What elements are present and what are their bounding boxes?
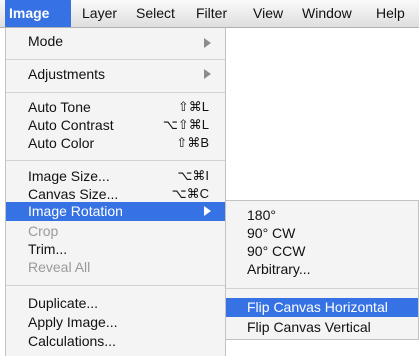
menu-item-auto-color[interactable]: Auto Color [28,133,94,153]
menu-image[interactable]: Image [5,0,71,27]
submenu-arrow-icon [204,69,211,79]
menu-item-image-size[interactable]: Image Size... [28,166,110,186]
shortcut-auto-color: ⇧⌘B [176,135,209,150]
menu-item-image-rotation-label: Image Rotation [28,203,123,219]
image-rotation-submenu: 180° 90° CW 90° CCW Arbitrary... Flip Ca… [226,200,419,340]
menu-item-rotate-90-cw[interactable]: 90° CW [247,223,295,243]
submenu-arrow-icon [204,38,211,48]
menu-item-rotate-90-ccw[interactable]: 90° CCW [247,241,306,261]
menu-select[interactable]: Select [136,0,175,27]
menu-item-flip-canvas-horizontal[interactable]: Flip Canvas Horizontal [226,298,418,317]
menu-item-flip-canvas-vertical[interactable]: Flip Canvas Vertical [247,317,371,337]
menu-separator [6,92,225,93]
menu-item-rotate-arbitrary[interactable]: Arbitrary... [247,259,311,279]
shortcut-image-size: ⌥⌘I [177,168,209,183]
image-menu: Mode Adjustments Auto Tone ⇧⌘L Auto Cont… [5,28,226,356]
submenu-arrow-icon [204,206,211,216]
menu-view[interactable]: View [253,0,283,27]
menu-bar: Image Layer Select Filter View Window He… [0,0,419,28]
menu-item-apply-image[interactable]: Apply Image... [28,312,118,332]
menu-item-auto-tone[interactable]: Auto Tone [28,97,91,117]
menu-item-rotate-180[interactable]: 180° [247,205,276,225]
menu-help[interactable]: Help [376,0,405,27]
shortcut-canvas-size: ⌥⌘C [171,186,209,201]
menu-item-image-rotation[interactable]: Image Rotation [6,202,225,221]
shortcut-auto-tone: ⇧⌘L [177,99,209,114]
menu-item-trim[interactable]: Trim... [28,239,67,259]
menu-separator [6,59,225,60]
menu-item-crop: Crop [28,223,59,239]
shortcut-auto-contrast: ⌥⇧⌘L [162,117,209,132]
menu-item-calculations[interactable]: Calculations... [28,331,116,351]
menu-filter[interactable]: Filter [196,0,227,27]
menu-item-flip-canvas-horizontal-label: Flip Canvas Horizontal [247,299,388,315]
menu-item-duplicate[interactable]: Duplicate... [28,293,98,313]
menu-item-reveal-all: Reveal All [28,259,91,275]
menu-separator [6,160,225,161]
menu-item-mode[interactable]: Mode [28,31,63,51]
menu-layer[interactable]: Layer [82,0,117,27]
menu-separator [6,285,225,286]
menu-item-adjustments[interactable]: Adjustments [28,64,105,84]
menu-item-auto-contrast[interactable]: Auto Contrast [28,115,114,135]
menu-separator [226,288,418,289]
menu-window[interactable]: Window [302,0,352,27]
